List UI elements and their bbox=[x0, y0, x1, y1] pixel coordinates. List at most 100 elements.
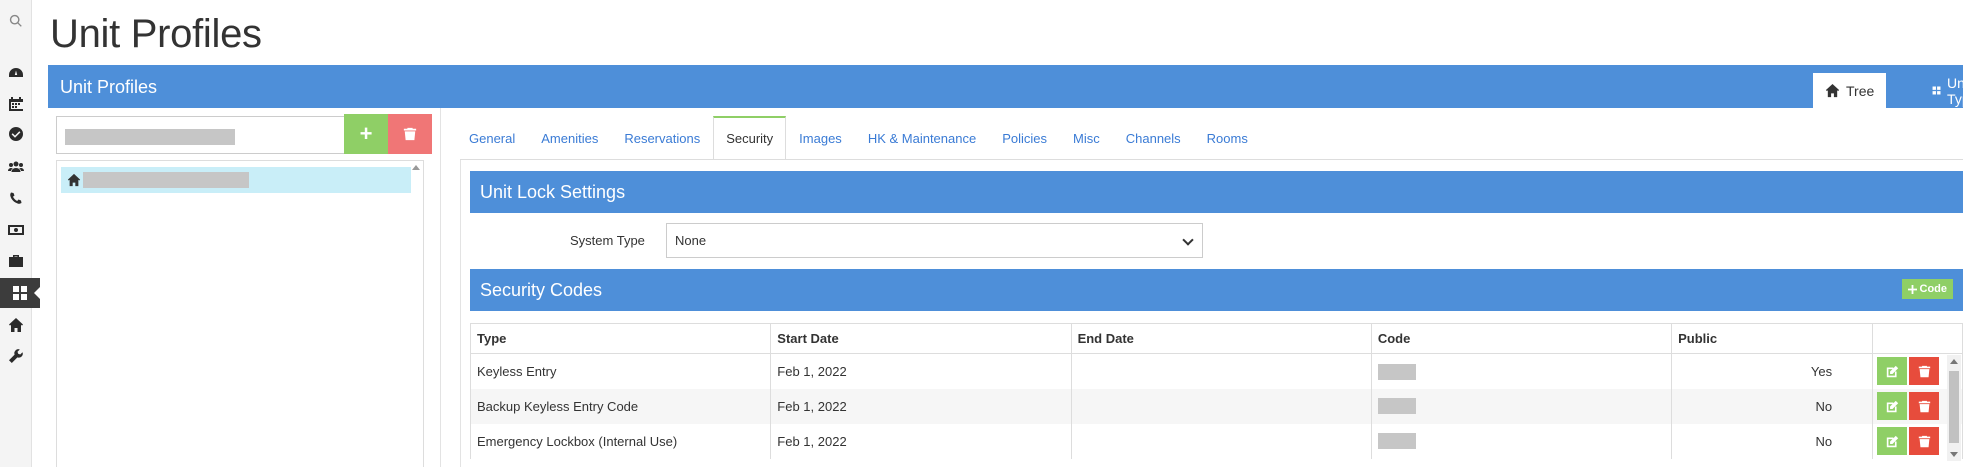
table-row: Backup Keyless Entry Code Feb 1, 2022 No bbox=[469, 388, 1963, 424]
trash-icon bbox=[1918, 365, 1930, 377]
cell-start-date: Feb 1, 2022 bbox=[770, 388, 1072, 424]
calendar-icon[interactable] bbox=[0, 89, 32, 119]
briefcase-icon[interactable] bbox=[0, 246, 32, 276]
column-header-public[interactable]: Public bbox=[1671, 323, 1874, 354]
money-icon[interactable] bbox=[0, 215, 32, 245]
left-nav-rail bbox=[0, 0, 41, 467]
tab-hk-maintenance[interactable]: HK & Maintenance bbox=[855, 116, 989, 160]
trash-icon bbox=[403, 127, 417, 141]
dashboard-icon[interactable] bbox=[0, 58, 32, 88]
unit-tree bbox=[56, 160, 424, 467]
chevron-down-icon bbox=[1182, 234, 1194, 246]
cell-code bbox=[1370, 388, 1673, 424]
security-codes-title: Security Codes bbox=[480, 280, 603, 300]
redacted-code bbox=[1377, 363, 1416, 380]
tab-reservations[interactable]: Reservations bbox=[611, 116, 713, 160]
cell-end-date bbox=[1070, 388, 1372, 424]
cell-public: No bbox=[1671, 388, 1874, 424]
users-icon[interactable] bbox=[0, 152, 32, 182]
column-header-code[interactable]: Code bbox=[1370, 323, 1673, 354]
tab-channels[interactable]: Channels bbox=[1113, 116, 1194, 160]
scrollbar-thumb[interactable] bbox=[1949, 371, 1959, 443]
add-code-label: Code bbox=[1919, 283, 1948, 295]
cell-type: Keyless Entry bbox=[469, 353, 772, 389]
tab-rooms[interactable]: Rooms bbox=[1194, 116, 1261, 160]
table-row: Keyless Entry Feb 1, 2022 Yes bbox=[469, 353, 1963, 389]
security-codes-table: Type Start Date End Date Code Public Key… bbox=[469, 323, 1963, 459]
tree-panel: + bbox=[48, 108, 441, 467]
redacted-text bbox=[83, 172, 249, 188]
check-circle-icon[interactable] bbox=[0, 119, 32, 149]
cell-start-date: Feb 1, 2022 bbox=[770, 353, 1072, 389]
home-icon[interactable] bbox=[0, 310, 32, 340]
tab-misc[interactable]: Misc bbox=[1060, 116, 1113, 160]
grid-icon[interactable] bbox=[0, 278, 41, 308]
home-icon bbox=[1825, 83, 1840, 98]
tab-images[interactable]: Images bbox=[786, 116, 855, 160]
trash-icon bbox=[1918, 435, 1930, 447]
header-title: Unit Profiles bbox=[60, 77, 158, 97]
tab-policies[interactable]: Policies bbox=[989, 116, 1060, 160]
cell-end-date bbox=[1070, 423, 1372, 459]
view-unit-type-label: Unit Typ bbox=[1947, 74, 1963, 107]
delete-button[interactable] bbox=[1909, 427, 1940, 455]
tab-security[interactable]: Security bbox=[713, 116, 787, 160]
tab-general[interactable]: General bbox=[456, 116, 528, 160]
scroll-down-arrow[interactable] bbox=[1950, 452, 1958, 457]
cell-type: Backup Keyless Entry Code bbox=[469, 388, 772, 424]
table-row: Emergency Lockbox (Internal Use) Feb 1, … bbox=[469, 423, 1963, 459]
redacted-code bbox=[1377, 433, 1416, 450]
cell-public: No bbox=[1671, 423, 1874, 459]
tabs-divider bbox=[460, 159, 1963, 160]
edit-icon bbox=[1886, 400, 1898, 412]
edit-button[interactable] bbox=[1877, 427, 1908, 455]
edit-button[interactable] bbox=[1877, 357, 1908, 386]
wrench-icon[interactable] bbox=[0, 341, 32, 371]
cell-type: Emergency Lockbox (Internal Use) bbox=[469, 423, 772, 459]
page-title: Unit Profiles bbox=[50, 12, 262, 56]
security-codes-header: Security Codes Code bbox=[470, 269, 1963, 311]
scroll-up-arrow[interactable] bbox=[411, 163, 421, 173]
unit-lock-settings-title: Unit Lock Settings bbox=[480, 182, 626, 202]
cell-public: Yes bbox=[1671, 353, 1874, 389]
edit-icon bbox=[1886, 365, 1898, 377]
column-header-type[interactable]: Type bbox=[469, 323, 772, 354]
unit-lock-settings-header: Unit Lock Settings bbox=[470, 171, 1963, 213]
system-type-label: System Type bbox=[570, 233, 645, 248]
grid-icon bbox=[1932, 86, 1941, 95]
table-scrollbar[interactable] bbox=[1947, 355, 1961, 461]
column-header-start-date[interactable]: Start Date bbox=[770, 323, 1072, 354]
phone-icon[interactable] bbox=[0, 183, 32, 213]
cell-code bbox=[1370, 353, 1673, 389]
view-unit-type-button[interactable]: Unit Typ bbox=[1920, 73, 1963, 108]
system-type-select[interactable]: None bbox=[666, 223, 1203, 258]
view-tree-label: Tree bbox=[1846, 82, 1875, 99]
profile-tabs: General Amenities Reservations Security … bbox=[456, 116, 1261, 160]
tree-search-input[interactable] bbox=[56, 116, 346, 154]
tab-amenities[interactable]: Amenities bbox=[528, 116, 611, 160]
add-code-button[interactable]: Code bbox=[1901, 279, 1953, 299]
delete-button[interactable] bbox=[1909, 392, 1940, 420]
column-header-actions bbox=[1872, 323, 1963, 354]
redacted-text bbox=[65, 129, 235, 145]
view-tree-button[interactable]: Tree bbox=[1813, 73, 1887, 108]
add-unit-button[interactable]: + bbox=[344, 114, 388, 154]
unit-profiles-header: Unit Profiles Tree Unit Typ bbox=[48, 65, 1963, 108]
cell-start-date: Feb 1, 2022 bbox=[770, 423, 1072, 459]
tree-node-selected[interactable] bbox=[61, 167, 411, 193]
redacted-code bbox=[1377, 398, 1416, 415]
edit-button[interactable] bbox=[1877, 392, 1908, 420]
scroll-up-arrow[interactable] bbox=[1950, 359, 1958, 364]
search-icon[interactable] bbox=[0, 6, 32, 36]
column-header-end-date[interactable]: End Date bbox=[1070, 323, 1372, 354]
plus-icon bbox=[1907, 284, 1917, 294]
delete-unit-button[interactable] bbox=[388, 114, 432, 154]
cell-code bbox=[1370, 423, 1673, 459]
system-type-value: None bbox=[675, 233, 707, 248]
cell-end-date bbox=[1070, 353, 1372, 389]
delete-button[interactable] bbox=[1909, 357, 1940, 386]
table-header-row: Type Start Date End Date Code Public bbox=[469, 323, 1963, 354]
trash-icon bbox=[1918, 400, 1930, 412]
home-icon bbox=[67, 173, 81, 187]
edit-icon bbox=[1886, 435, 1898, 447]
